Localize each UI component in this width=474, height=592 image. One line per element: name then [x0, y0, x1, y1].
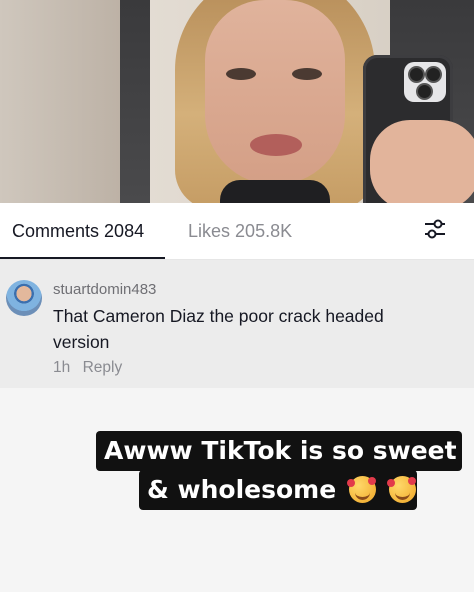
smiling-face-with-hearts-icon: [346, 476, 376, 503]
comment-time: 1h: [53, 359, 71, 376]
caption-text-2: & wholesome: [147, 475, 337, 504]
tab-likes-label: Likes: [188, 221, 231, 241]
filter-sliders-icon[interactable]: [424, 219, 446, 239]
camera-lens: [425, 66, 442, 83]
smiling-face-with-hearts-icon: [386, 476, 416, 503]
comment-text: That Cameron Diaz the poor crack headed …: [53, 306, 384, 352]
camera-lens: [408, 66, 425, 83]
top-collar: [220, 180, 330, 203]
left-eye: [226, 68, 256, 80]
caption-line-2: & wholesome: [139, 470, 417, 510]
camera-lens: [416, 83, 433, 100]
comment-meta: 1h Reply: [53, 359, 122, 377]
face: [205, 0, 345, 185]
tab-comments-label: Comments: [12, 221, 100, 241]
video-frame[interactable]: [0, 0, 474, 203]
lips: [250, 134, 302, 156]
tab-comments[interactable]: Comments 2084: [12, 221, 144, 242]
active-tab-indicator: [0, 257, 165, 259]
tab-likes-count: 205.8K: [235, 221, 293, 241]
hand: [370, 120, 474, 203]
tab-likes[interactable]: Likes 205.8K: [188, 221, 292, 242]
comments-likes-tabs: Comments 2084 Likes 205.8K: [0, 203, 474, 260]
right-eye: [292, 68, 322, 80]
avatar[interactable]: [6, 280, 42, 316]
comment-username[interactable]: stuartdomin483: [53, 281, 156, 298]
caption-line-1: Awww TikTok is so sweet: [96, 431, 462, 471]
tab-comments-count: 2084: [104, 221, 145, 241]
reply-button[interactable]: Reply: [83, 359, 123, 376]
caption-text-1: Awww TikTok is so sweet: [104, 436, 457, 465]
background-wall: [0, 0, 120, 203]
